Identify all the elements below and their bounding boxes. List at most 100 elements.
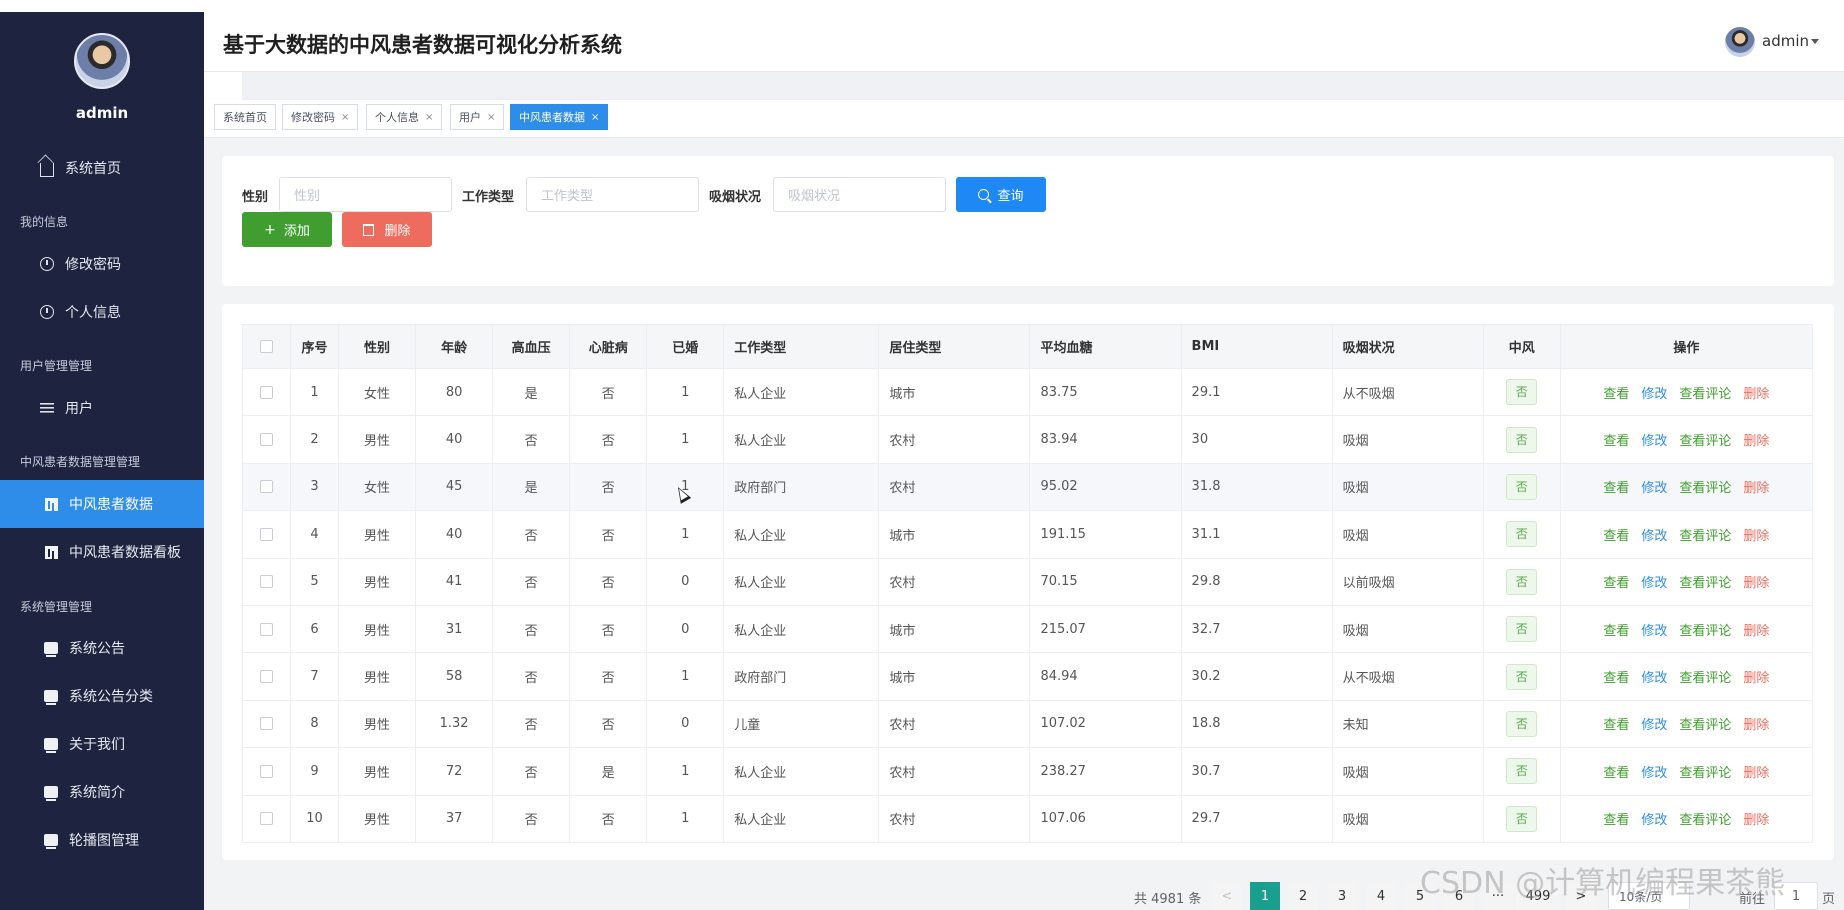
view-reviews-link[interactable]: 查看评论 [1679,671,1731,686]
row-checkbox[interactable] [260,385,273,399]
delete-link[interactable]: 删除 [1743,481,1769,496]
view-reviews-link[interactable]: 查看评论 [1679,434,1731,449]
page-2-button[interactable]: 2 [1288,882,1318,910]
header-avatar[interactable] [1725,27,1755,57]
header-smoking-status[interactable]: 吸烟状况 [1331,324,1484,369]
cell-residence-type: 城市 [878,652,1031,701]
edit-link[interactable]: 修改 [1641,718,1667,733]
edit-link[interactable]: 修改 [1641,576,1667,591]
page-4-button[interactable]: 4 [1366,882,1396,910]
sidebar-item-users[interactable]: 用户 [0,384,204,432]
row-checkbox[interactable] [260,480,273,494]
smoking-status-input[interactable]: 吸烟状况 [773,177,946,212]
page-1-button[interactable]: 1 [1250,882,1280,910]
view-reviews-link[interactable]: 查看评论 [1679,387,1731,402]
row-checkbox[interactable] [260,812,273,826]
row-checkbox[interactable] [260,527,273,541]
view-link[interactable]: 查看 [1603,481,1629,496]
sidebar-item-announcements[interactable]: 系统公告 [0,624,204,672]
close-icon[interactable]: × [591,112,599,123]
caret-down-icon[interactable] [1811,39,1819,44]
view-reviews-link[interactable]: 查看评论 [1679,718,1731,733]
delete-button[interactable]: 删除 [342,212,432,247]
header-bmi[interactable]: BMI [1180,324,1333,369]
sidebar-item-stroke-data[interactable]: 中风患者数据 [0,480,204,528]
view-link[interactable]: 查看 [1603,576,1629,591]
header-username[interactable]: admin [1762,32,1809,50]
edit-link[interactable]: 修改 [1641,671,1667,686]
header-residence-type[interactable]: 居住类型 [878,324,1031,369]
edit-link[interactable]: 修改 [1641,434,1667,449]
header-married[interactable]: 已婚 [646,324,725,369]
sidebar-item-about-us[interactable]: 关于我们 [0,720,204,768]
edit-link[interactable]: 修改 [1641,529,1667,544]
header-age[interactable]: 年龄 [415,324,494,369]
view-link[interactable]: 查看 [1603,387,1629,402]
gender-input[interactable]: 性别 [279,177,452,212]
row-checkbox[interactable] [260,433,273,447]
row-checkbox[interactable] [260,575,273,589]
delete-link[interactable]: 删除 [1743,671,1769,686]
tag-stroke-data[interactable]: 中风患者数据 × [510,104,609,130]
view-link[interactable]: 查看 [1603,624,1629,639]
page-3-button[interactable]: 3 [1327,882,1357,910]
row-checkbox[interactable] [260,717,273,731]
cell-bmi: 31.8 [1180,462,1333,512]
header-index[interactable]: 序号 [290,324,340,369]
row-checkbox[interactable] [260,622,273,636]
view-link[interactable]: 查看 [1603,766,1629,781]
view-link[interactable]: 查看 [1603,718,1629,733]
delete-link[interactable]: 删除 [1743,529,1769,544]
view-link[interactable]: 查看 [1603,671,1629,686]
sidebar-item-home[interactable]: 系统首页 [0,144,204,192]
sidebar-item-stroke-dashboard[interactable]: 中风患者数据看板 [0,528,204,576]
sidebar-item-carousel[interactable]: 轮播图管理 [0,816,204,864]
delete-link[interactable]: 删除 [1743,718,1769,733]
sidebar-item-announcement-categories[interactable]: 系统公告分类 [0,672,204,720]
view-reviews-link[interactable]: 查看评论 [1679,624,1731,639]
view-reviews-link[interactable]: 查看评论 [1679,529,1731,544]
sidebar-avatar[interactable] [74,33,130,89]
view-reviews-link[interactable]: 查看评论 [1679,576,1731,591]
edit-link[interactable]: 修改 [1641,624,1667,639]
view-link[interactable]: 查看 [1603,813,1629,828]
row-checkbox[interactable] [260,764,273,778]
view-link[interactable]: 查看 [1603,529,1629,544]
close-icon[interactable]: × [341,112,349,123]
search-button[interactable]: 查询 [956,177,1046,212]
view-reviews-link[interactable]: 查看评论 [1679,766,1731,781]
job-type-input[interactable]: 工作类型 [526,177,699,212]
tag-home[interactable]: 系统首页 [214,104,276,130]
view-reviews-link[interactable]: 查看评论 [1679,813,1731,828]
close-icon[interactable]: × [487,112,495,123]
header-stroke[interactable]: 中风 [1482,324,1561,369]
delete-link[interactable]: 删除 [1743,434,1769,449]
tag-personal-info[interactable]: 个人信息 × [366,104,443,130]
view-reviews-link[interactable]: 查看评论 [1679,481,1731,496]
close-icon[interactable]: × [425,112,433,123]
sidebar-item-system-intro[interactable]: 系统简介 [0,768,204,816]
tag-change-password[interactable]: 修改密码 × [282,104,359,130]
header-job-type[interactable]: 工作类型 [723,324,880,369]
edit-link[interactable]: 修改 [1641,766,1667,781]
tag-users[interactable]: 用户 × [450,104,505,130]
edit-link[interactable]: 修改 [1641,481,1667,496]
header-heart-disease[interactable]: 心脏病 [569,324,648,369]
select-all-checkbox[interactable] [260,340,273,353]
delete-link[interactable]: 删除 [1743,387,1769,402]
delete-link[interactable]: 删除 [1743,813,1769,828]
delete-link[interactable]: 删除 [1743,624,1769,639]
header-gender[interactable]: 性别 [338,324,417,369]
header-hypertension[interactable]: 高血压 [492,324,571,369]
delete-link[interactable]: 删除 [1743,766,1769,781]
edit-link[interactable]: 修改 [1641,813,1667,828]
edit-link[interactable]: 修改 [1641,387,1667,402]
sidebar-item-change-password[interactable]: 修改密码 [0,240,204,288]
delete-link[interactable]: 删除 [1743,576,1769,591]
prev-page-button[interactable]: < [1212,882,1242,910]
header-avg-glucose[interactable]: 平均血糖 [1029,324,1182,369]
sidebar-item-personal-info[interactable]: 个人信息 [0,288,204,336]
add-button[interactable]: + 添加 [242,212,332,247]
row-checkbox[interactable] [260,670,273,684]
view-link[interactable]: 查看 [1603,434,1629,449]
